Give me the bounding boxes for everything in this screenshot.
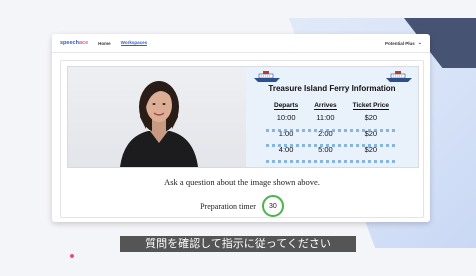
subtitle-caption: 質問を確認して指示に従ってください bbox=[120, 236, 356, 252]
table-cell: 11:00 bbox=[316, 113, 335, 122]
column-header: Arrives bbox=[314, 102, 337, 110]
nav-item-workspaces[interactable]: Workspaces bbox=[120, 40, 148, 46]
app-logo[interactable]: speechace bbox=[60, 40, 88, 46]
timer-label: Preparation timer bbox=[200, 201, 256, 211]
logo-main: speech bbox=[60, 40, 79, 46]
user-menu[interactable]: Potential Plus ⌄ bbox=[385, 40, 422, 46]
question-card: Treasure Island Ferry Information Depart… bbox=[60, 60, 424, 218]
decorative-dot bbox=[70, 254, 74, 258]
question-media: Treasure Island Ferry Information Depart… bbox=[67, 66, 419, 168]
ferry-info-panel: Treasure Island Ferry Information Depart… bbox=[246, 67, 418, 167]
table-cell: $20 bbox=[364, 113, 378, 122]
user-name: Potential Plus bbox=[385, 40, 415, 46]
app-window: speechace Home Workspaces Potential Plus… bbox=[52, 34, 430, 222]
wave-divider bbox=[266, 160, 398, 163]
timer-countdown: 30 bbox=[261, 195, 284, 217]
logo-accent: ace bbox=[78, 40, 89, 46]
presenter-image bbox=[120, 81, 198, 167]
ship-icon bbox=[386, 71, 412, 82]
ship-icon bbox=[254, 71, 280, 82]
ferry-info-title: Treasure Island Ferry Information bbox=[268, 84, 396, 93]
wave-divider bbox=[266, 129, 398, 132]
table-row: 10:00 11:00 $20 bbox=[266, 111, 397, 127]
chevron-down-icon: ⌄ bbox=[417, 40, 422, 46]
column-header: Departs bbox=[274, 102, 299, 110]
column-header: Ticket Price bbox=[352, 102, 390, 110]
preparation-timer: Preparation timer 30 bbox=[61, 195, 423, 217]
table-cell: 10:00 bbox=[276, 113, 296, 122]
presenter-video bbox=[68, 67, 246, 167]
wave-divider bbox=[266, 144, 398, 147]
nav-item-home[interactable]: Home bbox=[98, 41, 111, 46]
top-navigation-bar: speechace Home Workspaces Potential Plus… bbox=[52, 34, 430, 53]
question-prompt: Ask a question about the image shown abo… bbox=[164, 177, 320, 187]
timer-value: 30 bbox=[268, 202, 277, 210]
